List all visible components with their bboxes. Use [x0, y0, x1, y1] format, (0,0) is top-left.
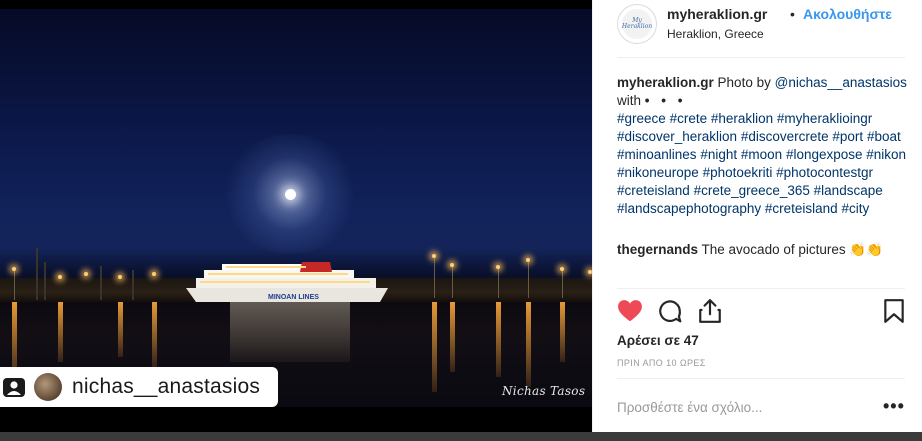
- likes-count[interactable]: Αρέσει σε 47: [617, 333, 699, 348]
- caption-with: with: [617, 93, 642, 108]
- light-pole: [498, 268, 499, 298]
- bottom-bar: [0, 432, 922, 441]
- light-pole: [14, 270, 15, 300]
- harbor-light: [84, 272, 88, 276]
- heart-icon[interactable]: [617, 298, 643, 324]
- header-separator: •: [790, 6, 795, 22]
- harbor-crane: [132, 270, 134, 300]
- more-options-button[interactable]: •••: [883, 396, 905, 417]
- harbor-light: [526, 258, 530, 262]
- ship-lettering: MINOAN LINES: [268, 294, 319, 301]
- hashtag-link[interactable]: #minoanlines: [617, 147, 697, 162]
- caption-dots: • • •: [644, 93, 687, 108]
- ferry-ship: MINOAN LINES: [186, 262, 388, 302]
- add-comment-divider: [617, 378, 905, 379]
- caption-mention[interactable]: @nichas__anastasios: [775, 75, 907, 90]
- hashtag-link[interactable]: #heraklion: [711, 111, 773, 126]
- profile-avatar-logo: My Heraklion: [622, 9, 652, 39]
- light-pole: [528, 262, 529, 298]
- profile-avatar[interactable]: My Heraklion: [617, 4, 657, 44]
- post-actions: [617, 298, 913, 328]
- comments-divider: [617, 288, 905, 289]
- harbor-light: [560, 267, 564, 271]
- hashtag-link[interactable]: #creteisland: [617, 183, 690, 198]
- bookmark-icon[interactable]: [881, 298, 907, 324]
- profile-username[interactable]: myheraklion.gr: [667, 6, 767, 22]
- caption-hashtags: #greece #crete #heraklion #myheraklioing…: [617, 111, 906, 216]
- harbor-light: [496, 265, 500, 269]
- tagged-user-avatar[interactable]: [34, 373, 62, 401]
- hashtag-link[interactable]: #port: [832, 129, 863, 144]
- share-icon[interactable]: [697, 298, 723, 324]
- ship-reflection: [230, 302, 350, 362]
- light-reflection: [526, 302, 531, 387]
- tagged-username[interactable]: nichas__anastasios: [72, 375, 260, 399]
- hashtag-link[interactable]: #night: [700, 147, 737, 162]
- hashtag-link[interactable]: #landscapephotography: [617, 201, 761, 216]
- caption-text: Photo by: [717, 75, 771, 90]
- hashtag-link[interactable]: #crete_greece_365: [694, 183, 810, 198]
- comment-icon[interactable]: [657, 298, 683, 324]
- light-reflection: [58, 302, 63, 362]
- harbor-crane: [36, 248, 38, 300]
- light-reflection: [450, 302, 455, 372]
- light-reflection: [560, 302, 565, 362]
- light-reflection: [152, 302, 157, 367]
- user-tag-icon[interactable]: [2, 375, 26, 399]
- harbor-light: [12, 267, 16, 271]
- post-photo-panel: MINOAN LINES Nichas Tasos nichas__anasta…: [0, 0, 592, 441]
- add-comment-input[interactable]: [617, 398, 857, 416]
- follow-button[interactable]: Ακολουθήστε: [803, 6, 892, 22]
- photo-watermark: Nichas Tasos: [502, 384, 586, 398]
- post-location[interactable]: Heraklion, Greece: [667, 27, 764, 41]
- hashtag-link[interactable]: #landscape: [814, 183, 883, 198]
- post-header: My Heraklion myheraklion.gr • Ακολουθήστ…: [617, 2, 907, 44]
- header-divider: [617, 57, 905, 58]
- comment-text: The avocado of pictures 👏👏: [701, 242, 883, 257]
- harbor-crane: [100, 266, 102, 300]
- light-reflection: [496, 302, 501, 377]
- light-reflection: [118, 302, 123, 357]
- tagged-user-overlay[interactable]: nichas__anastasios: [0, 367, 278, 407]
- hashtag-link[interactable]: #city: [841, 201, 869, 216]
- comment-username[interactable]: thegernands: [617, 242, 698, 257]
- light-reflection: [432, 302, 437, 392]
- hashtag-link[interactable]: #discovercrete: [741, 129, 829, 144]
- hashtag-link[interactable]: #greece: [617, 111, 666, 126]
- post-timestamp[interactable]: ΠΡΙΝ ΑΠΟ 10 ΩΡΕΣ: [617, 358, 706, 368]
- harbor-light: [118, 275, 122, 279]
- comment-item: thegernands The avocado of pictures 👏👏: [617, 241, 912, 259]
- hashtag-link[interactable]: #nikon: [866, 147, 906, 162]
- hashtag-link[interactable]: #longexpose: [786, 147, 863, 162]
- caption-username[interactable]: myheraklion.gr: [617, 75, 714, 90]
- hashtag-link[interactable]: #nikoneurope: [617, 165, 699, 180]
- hashtag-link[interactable]: #boat: [867, 129, 901, 144]
- post-side-panel: My Heraklion myheraklion.gr • Ακολουθήστ…: [592, 0, 922, 432]
- harbor-crane: [44, 262, 46, 300]
- hashtag-link[interactable]: #photoekriti: [703, 165, 773, 180]
- moon: [285, 189, 296, 200]
- post-caption: myheraklion.gr Photo by @nichas__anastas…: [617, 74, 912, 218]
- harbor-light: [450, 263, 454, 267]
- harbor-light: [58, 275, 62, 279]
- light-pole: [562, 270, 563, 298]
- light-pole: [452, 266, 453, 298]
- hashtag-link[interactable]: #myheraklioingr: [777, 111, 872, 126]
- hashtag-link[interactable]: #discover_heraklion: [617, 129, 737, 144]
- hashtag-link[interactable]: #crete: [670, 111, 708, 126]
- harbor-light: [152, 272, 156, 276]
- harbor-light: [432, 254, 436, 258]
- hashtag-link[interactable]: #photocontestgr: [776, 165, 873, 180]
- hashtag-link[interactable]: #moon: [741, 147, 782, 162]
- hashtag-link[interactable]: #creteisland: [765, 201, 838, 216]
- light-pole: [434, 258, 435, 298]
